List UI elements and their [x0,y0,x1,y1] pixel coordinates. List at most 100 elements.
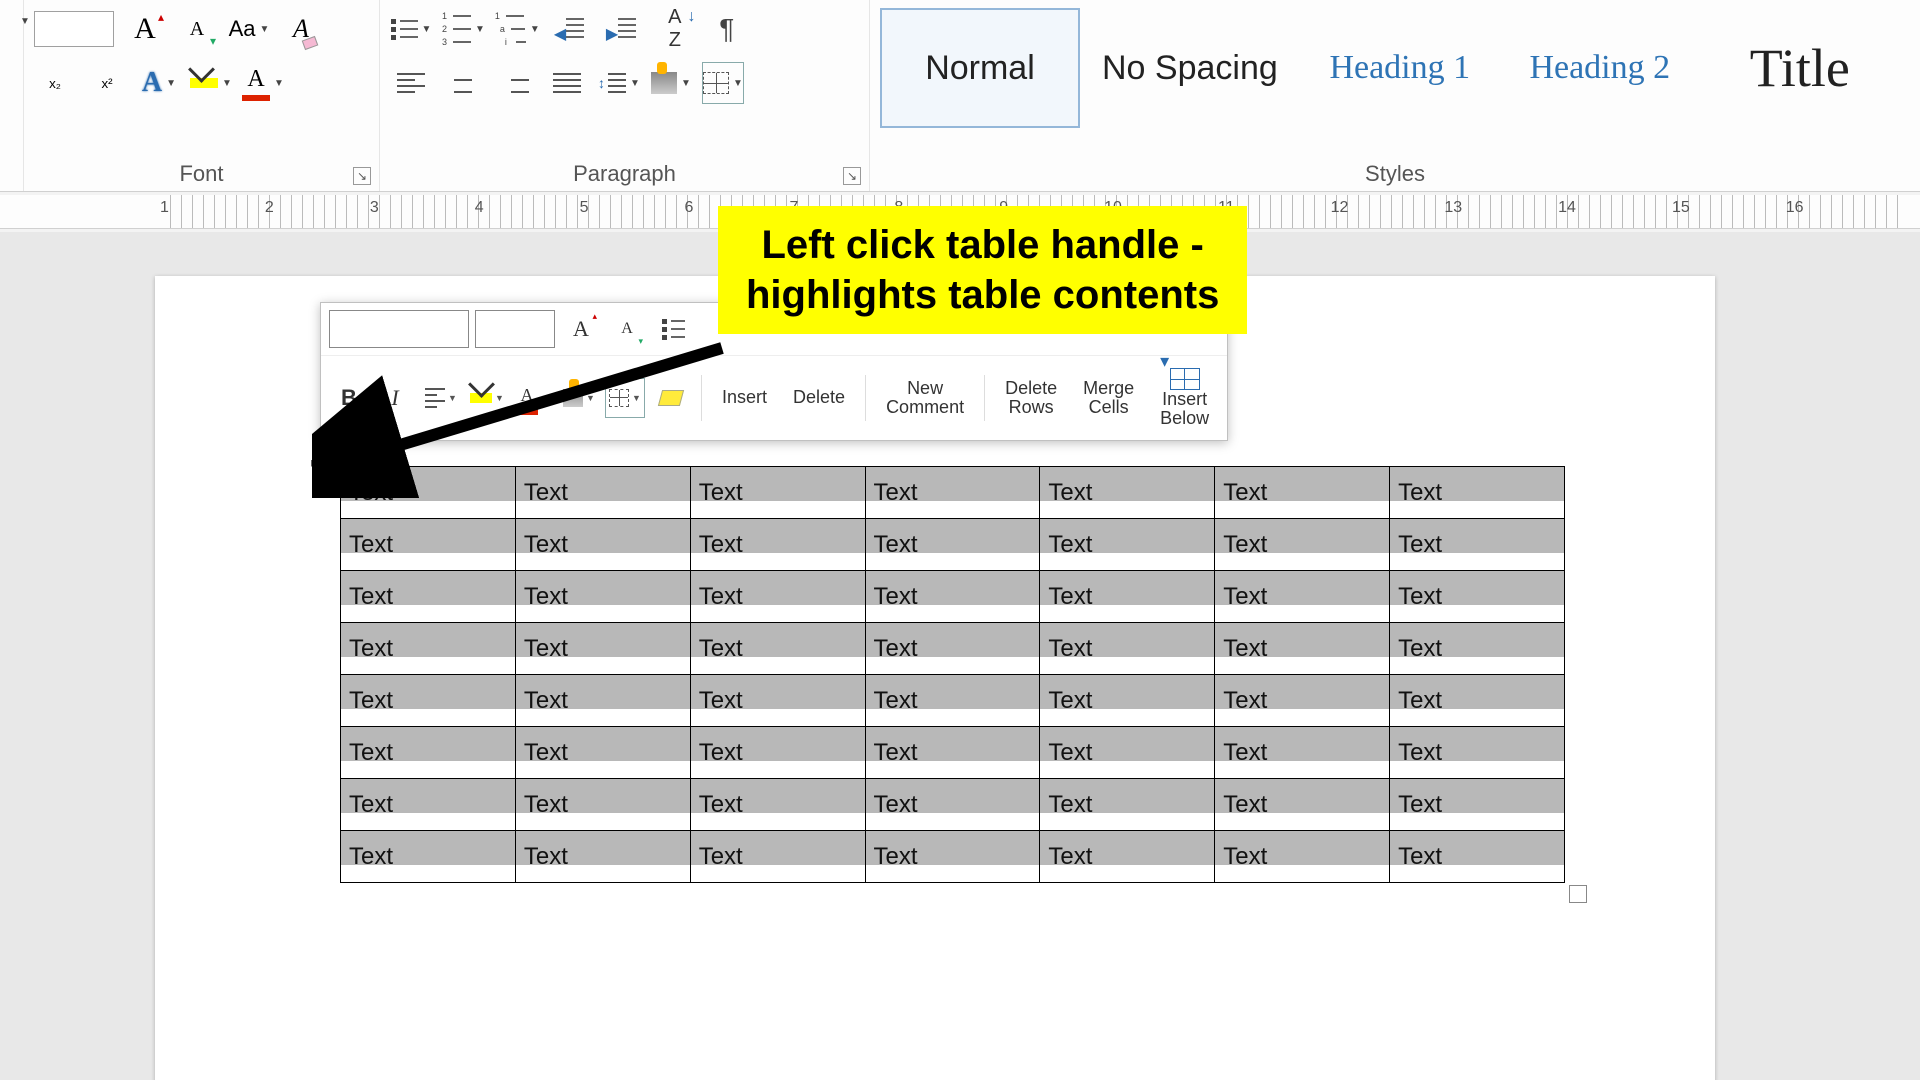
table-cell[interactable]: Text [1215,779,1390,831]
table-cell[interactable]: Text [341,467,516,519]
table-cell[interactable]: Text [865,675,1040,727]
style-heading-1[interactable]: Heading 1 [1300,8,1500,128]
table-cell[interactable]: Text [690,571,865,623]
mini-merge-cells-button[interactable]: MergeCells [1073,370,1144,426]
table-cell[interactable]: Text [341,571,516,623]
table-cell[interactable]: Text [1390,571,1565,623]
table-cell[interactable]: Text [1390,467,1565,519]
grow-font-button[interactable]: A▴ [124,8,166,50]
table-row[interactable]: TextTextTextTextTextTextText [341,467,1565,519]
mini-new-comment-button[interactable]: NewComment [876,370,974,426]
table-cell[interactable]: Text [865,727,1040,779]
table-cell[interactable]: Text [1390,623,1565,675]
style-normal[interactable]: Normal [880,8,1080,128]
table-cell[interactable]: Text [1040,467,1215,519]
shrink-font-button[interactable]: A▾ [176,8,218,50]
increase-indent-button[interactable]: ▶ [602,8,644,50]
mini-highlight-button[interactable]: ▼ [467,378,507,418]
mini-insert-below-button[interactable]: InsertBelow [1150,362,1219,434]
table-cell[interactable]: Text [1390,519,1565,571]
mini-size-select[interactable] [475,310,555,348]
table-cell[interactable]: Text [690,519,865,571]
sort-button[interactable]: AZ [654,8,696,50]
table-cell[interactable]: Text [1390,779,1565,831]
table-cell[interactable]: Text [341,675,516,727]
table-row[interactable]: TextTextTextTextTextTextText [341,623,1565,675]
table-cell[interactable]: Text [1215,727,1390,779]
mini-shading-button[interactable]: ▼ [559,378,599,418]
table-cell[interactable]: Text [341,831,516,883]
table-row[interactable]: TextTextTextTextTextTextText [341,519,1565,571]
table-cell[interactable]: Text [1215,467,1390,519]
table-row[interactable]: TextTextTextTextTextTextText [341,831,1565,883]
font-dialog-launcher[interactable]: ↘ [353,167,371,185]
change-case-button[interactable]: Aa▼ [228,8,270,50]
shading-button[interactable]: ▼ [650,62,692,104]
highlight-button[interactable]: ▼ [190,62,232,104]
table-cell[interactable]: Text [1040,831,1215,883]
table-cell[interactable]: Text [690,727,865,779]
bullets-button[interactable]: ▼ [390,8,432,50]
mini-delete-rows-button[interactable]: DeleteRows [995,370,1067,426]
font-color-button[interactable]: A▼ [242,62,284,104]
table-cell[interactable]: Text [1040,727,1215,779]
mini-font-select[interactable] [329,310,469,348]
table-cell[interactable]: Text [865,831,1040,883]
multilevel-list-button[interactable]: 1ai▼ [495,8,540,50]
style-no-spacing[interactable]: No Spacing [1080,8,1300,128]
table-cell[interactable]: Text [341,519,516,571]
table-cell[interactable]: Text [865,571,1040,623]
table-cell[interactable]: Text [1390,727,1565,779]
table-cell[interactable]: Text [341,727,516,779]
table-cell[interactable]: Text [690,779,865,831]
table-row[interactable]: TextTextTextTextTextTextText [341,571,1565,623]
table-cell[interactable]: Text [690,467,865,519]
mini-align-button[interactable]: ▼ [421,378,461,418]
mini-italic-button[interactable]: I [375,378,415,418]
table-cell[interactable]: Text [1040,675,1215,727]
table-cell[interactable]: Text [690,831,865,883]
table-resize-handle[interactable] [1569,885,1587,903]
table-cell[interactable]: Text [865,623,1040,675]
table-cell[interactable]: Text [1390,675,1565,727]
table-cell[interactable]: Text [1215,623,1390,675]
table-cell[interactable]: Text [1215,519,1390,571]
table-cell[interactable]: Text [515,519,690,571]
table-cell[interactable]: Text [515,727,690,779]
table-cell[interactable]: Text [1040,623,1215,675]
table-cell[interactable]: Text [1215,831,1390,883]
table-cell[interactable]: Text [515,467,690,519]
table-cell[interactable]: Text [515,675,690,727]
clear-formatting-button[interactable]: A [280,8,322,50]
mini-insert-button[interactable]: Insert [712,378,777,418]
document-table[interactable]: TextTextTextTextTextTextTextTextTextText… [340,466,1565,883]
table-cell[interactable]: Text [865,467,1040,519]
table-cell[interactable]: Text [1215,571,1390,623]
table-cell[interactable]: Text [865,519,1040,571]
table-cell[interactable]: Text [341,779,516,831]
style-heading-2[interactable]: Heading 2 [1500,8,1700,128]
subscript-button[interactable]: x₂ [34,62,76,104]
table-cell[interactable]: Text [515,571,690,623]
font-size-box[interactable] [34,11,114,47]
table-row[interactable]: TextTextTextTextTextTextText [341,779,1565,831]
align-center-button[interactable] [442,62,484,104]
table-cell[interactable]: Text [1040,779,1215,831]
table-cell[interactable]: Text [1040,519,1215,571]
table-row[interactable]: TextTextTextTextTextTextText [341,727,1565,779]
numbering-button[interactable]: 123▼ [442,8,485,50]
mini-borders-button[interactable]: ▼ [605,378,645,418]
mini-bold-button[interactable]: B [329,378,369,418]
decrease-indent-button[interactable]: ◀ [550,8,592,50]
table-cell[interactable]: Text [1040,571,1215,623]
table-cell[interactable]: Text [690,623,865,675]
paragraph-dialog-launcher[interactable]: ↘ [843,167,861,185]
table-cell[interactable]: Text [690,675,865,727]
mini-delete-button[interactable]: Delete [783,378,855,418]
table-cell[interactable]: Text [515,779,690,831]
mini-grow-font[interactable]: A▴ [561,309,601,349]
table-cell[interactable]: Text [1215,675,1390,727]
justify-button[interactable] [546,62,588,104]
table-cell[interactable]: Text [515,831,690,883]
align-right-button[interactable] [494,62,536,104]
